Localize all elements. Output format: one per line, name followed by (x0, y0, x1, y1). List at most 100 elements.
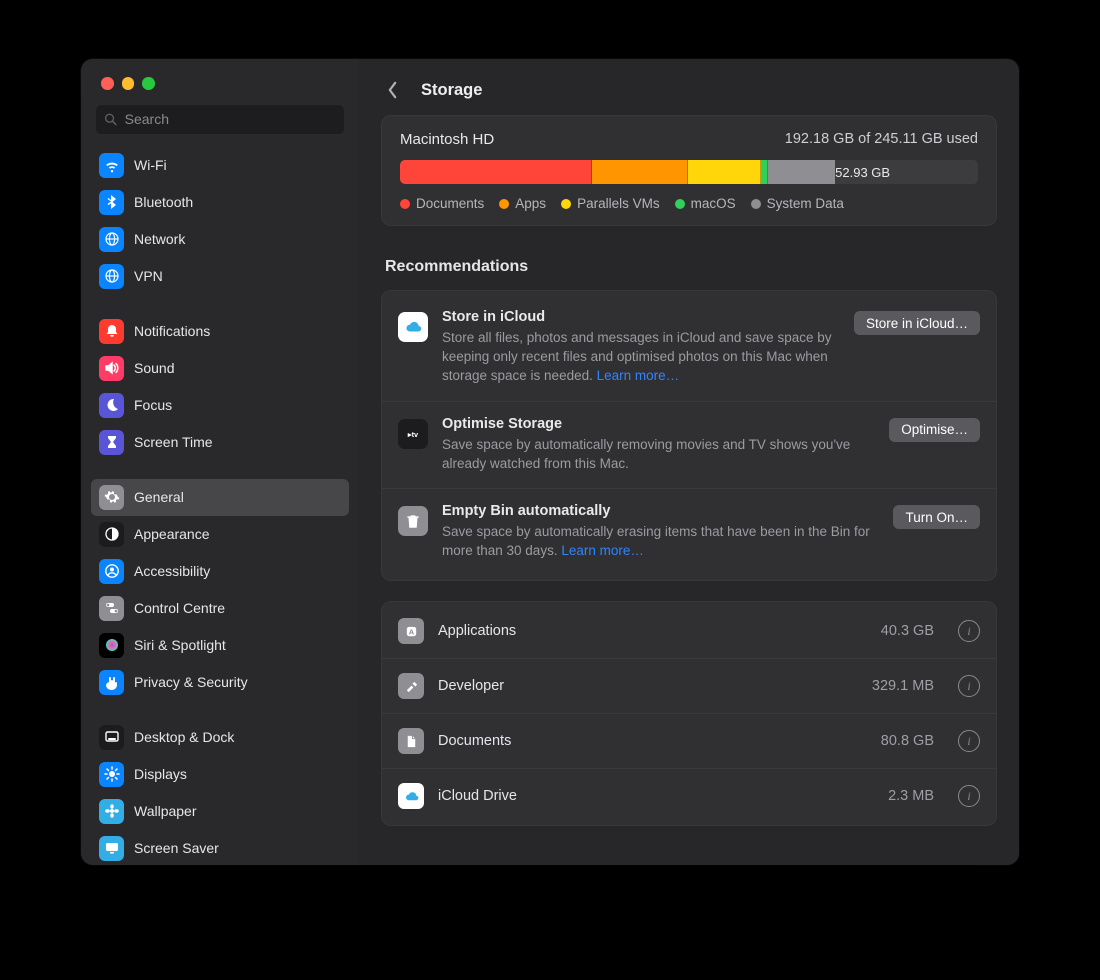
sidebar-item-control-centre[interactable]: Control Centre (91, 590, 349, 627)
zoom-window-button[interactable] (142, 77, 155, 90)
sidebar-item-wi-fi[interactable]: Wi-Fi (91, 147, 349, 184)
sidebar-item-label: Screen Time (134, 434, 213, 450)
main-scroll[interactable]: Macintosh HD 192.18 GB of 245.11 GB used… (359, 115, 1019, 865)
switches-icon (99, 596, 124, 621)
recommendation-row: Empty Bin automaticallySave space by aut… (382, 488, 996, 576)
legend-item: Apps (499, 196, 546, 211)
sidebar-item-desktop-dock[interactable]: Desktop & Dock (91, 719, 349, 756)
close-window-button[interactable] (101, 77, 114, 90)
legend-label: Documents (416, 196, 484, 211)
sidebar-item-notifications[interactable]: Notifications (91, 313, 349, 350)
legend-dot-icon (561, 199, 571, 209)
legend-label: macOS (691, 196, 736, 211)
info-button[interactable]: i (958, 785, 980, 807)
sidebar-item-screen-time[interactable]: Screen Time (91, 424, 349, 461)
learn-more-link[interactable]: Learn more… (561, 543, 644, 558)
category-row-developer[interactable]: Developer329.1 MBi (382, 658, 996, 713)
categories-card: AApplications40.3 GBiDeveloper329.1 MBiD… (381, 601, 997, 826)
sidebar-item-label: Network (134, 231, 185, 247)
sidebar-item-network[interactable]: Network (91, 221, 349, 258)
legend-dot-icon (400, 199, 410, 209)
hammer-icon (398, 673, 424, 699)
sidebar-item-label: Bluetooth (134, 194, 193, 210)
speaker-icon (99, 356, 124, 381)
svg-text:A: A (408, 627, 414, 636)
sidebar-item-label: Notifications (134, 323, 210, 339)
category-row-documents[interactable]: Documents 80.8 GB i (382, 713, 996, 768)
back-button[interactable] (381, 79, 403, 101)
recommendation-desc: Save space by automatically erasing item… (442, 523, 879, 561)
recommendation-row: ▸tvOptimise StorageSave space by automat… (382, 401, 996, 489)
sun-icon (99, 762, 124, 787)
recommendation-button[interactable]: Store in iCloud… (854, 311, 980, 335)
main-content: Storage Macintosh HD 192.18 GB of 245.11… (359, 59, 1019, 865)
storage-segment-apps (592, 160, 688, 184)
sidebar: Wi-Fi Bluetooth Network VPN Notifications Sou… (81, 59, 359, 865)
wifi-icon (99, 153, 124, 178)
sidebar-item-bluetooth[interactable]: Bluetooth (91, 184, 349, 221)
minimize-window-button[interactable] (122, 77, 135, 90)
category-size: 80.8 GB (881, 733, 934, 749)
sidebar-item-label: Control Centre (134, 600, 225, 616)
sidebar-item-siri-spotlight[interactable]: Siri & Spotlight (91, 627, 349, 664)
sidebar-item-label: Sound (134, 360, 174, 376)
category-row-icloud-drive[interactable]: iCloud Drive2.3 MBi (382, 768, 996, 823)
doc-icon (398, 728, 424, 754)
sidebar-item-label: Screen Saver (134, 840, 219, 856)
storage-bar: 52.93 GB (400, 160, 978, 184)
info-button[interactable]: i (958, 620, 980, 642)
sidebar-item-sound[interactable]: Sound (91, 350, 349, 387)
bell-icon (99, 319, 124, 344)
screen-icon (99, 836, 124, 861)
sidebar-item-general[interactable]: General (91, 479, 349, 516)
learn-more-link[interactable]: Learn more… (597, 368, 680, 383)
recommendation-desc: Store all files, photos and messages in … (442, 329, 840, 386)
legend-label: System Data (767, 196, 844, 211)
sidebar-item-label: Wi-Fi (134, 157, 167, 173)
search-input[interactable] (123, 110, 336, 128)
sidebar-item-appearance[interactable]: Appearance (91, 516, 349, 553)
category-size: 329.1 MB (872, 678, 934, 694)
main-header: Storage (359, 59, 1019, 115)
svg-text:▸tv: ▸tv (407, 429, 419, 438)
legend-dot-icon (751, 199, 761, 209)
sidebar-item-label: Focus (134, 397, 172, 413)
sidebar-item-wallpaper[interactable]: Wallpaper (91, 793, 349, 830)
sidebar-item-label: Accessibility (134, 563, 210, 579)
sidebar-item-label: Privacy & Security (134, 674, 248, 690)
app-icon: A (398, 618, 424, 644)
sidebar-item-focus[interactable]: Focus (91, 387, 349, 424)
legend-item: System Data (751, 196, 844, 211)
sidebar-item-screen-saver[interactable]: Screen Saver (91, 830, 349, 866)
storage-free-label: 52.93 GB (835, 160, 978, 184)
sidebar-item-displays[interactable]: Displays (91, 756, 349, 793)
settings-window: Wi-Fi Bluetooth Network VPN Notifications Sou… (81, 59, 1019, 865)
recommendations-card: Store in iCloudStore all files, photos a… (381, 290, 997, 581)
legend-dot-icon (675, 199, 685, 209)
info-button[interactable]: i (958, 730, 980, 752)
flower-icon (99, 799, 124, 824)
search-field[interactable] (95, 104, 345, 135)
category-name: iCloud Drive (438, 788, 874, 804)
sidebar-item-accessibility[interactable]: Accessibility (91, 553, 349, 590)
category-name: Applications (438, 623, 867, 639)
sidebar-item-label: Wallpaper (134, 803, 197, 819)
legend-label: Parallels VMs (577, 196, 660, 211)
category-row-applications[interactable]: AApplications40.3 GBi (382, 604, 996, 658)
category-name: Documents (438, 733, 867, 749)
recommendation-button[interactable]: Optimise… (889, 418, 980, 442)
legend-item: Parallels VMs (561, 196, 660, 211)
chevron-left-icon (387, 81, 398, 99)
sidebar-item-privacy-security[interactable]: Privacy & Security (91, 664, 349, 701)
gear-icon (99, 485, 124, 510)
recommendation-desc: Save space by automatically removing mov… (442, 436, 875, 474)
info-button[interactable]: i (958, 675, 980, 697)
sidebar-item-label: General (134, 489, 184, 505)
sidebar-item-vpn[interactable]: VPN (91, 258, 349, 295)
volume-name: Macintosh HD (400, 131, 494, 148)
sidebar-item-label: Appearance (134, 526, 210, 542)
moon-icon (99, 393, 124, 418)
recommendation-button[interactable]: Turn On… (893, 505, 980, 529)
siri-icon (99, 633, 124, 658)
storage-legend: Documents Apps Parallels VMs macOS System Da… (400, 196, 978, 211)
